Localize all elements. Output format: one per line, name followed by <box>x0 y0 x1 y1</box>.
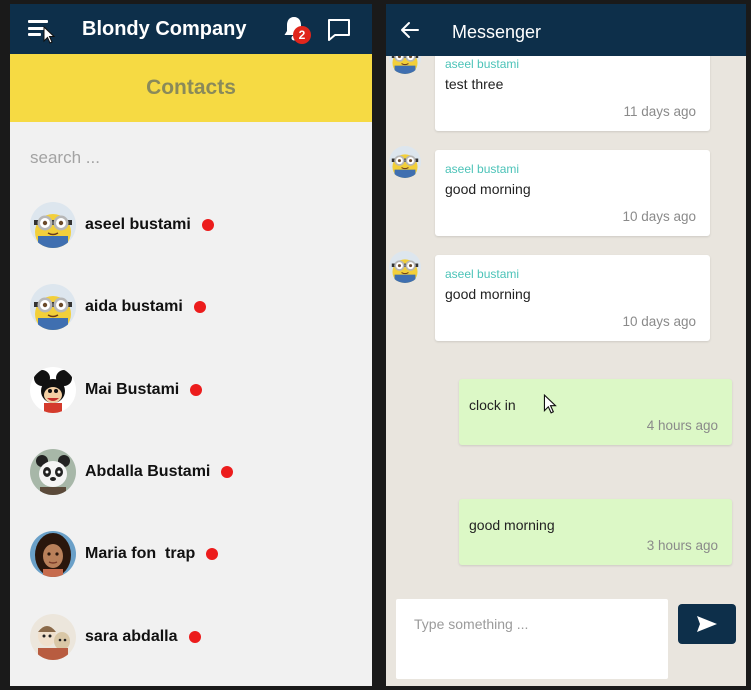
message-text: clock in <box>469 397 516 413</box>
online-status-dot <box>221 466 234 478</box>
minion-avatar <box>389 146 421 178</box>
contact-item[interactable]: aida bustami <box>30 282 360 332</box>
incoming-message: aseel bustami good morning 10 days ago <box>435 255 710 341</box>
contact-item[interactable]: sara abdalla <box>30 612 360 662</box>
mouse-cursor-icon <box>543 394 557 414</box>
online-status-dot <box>188 631 201 643</box>
message-time: 4 hours ago <box>646 418 718 433</box>
contact-name: sara abdalla <box>85 628 178 645</box>
sender-name: aseel bustami <box>445 162 520 176</box>
messenger-header: Messenger <box>386 4 746 56</box>
message-time: 10 days ago <box>622 314 696 329</box>
outgoing-message: good morning 3 hours ago <box>459 499 732 565</box>
minion-avatar <box>30 202 76 248</box>
contact-name: aida bustami <box>85 298 183 315</box>
send-icon <box>697 616 717 632</box>
online-status-dot <box>206 548 219 560</box>
message-text: good morning <box>469 517 555 533</box>
message-time: 3 hours ago <box>646 538 718 553</box>
contact-name: Mai Bustami <box>85 381 180 398</box>
contacts-title: Contacts <box>146 76 236 99</box>
incoming-message: aseel bustami good morning 10 days ago <box>435 150 710 236</box>
messenger-panel: Messenger aseel bustami test three 11 da… <box>386 4 746 686</box>
sender-name: aseel bustami <box>445 267 520 281</box>
message-composer <box>396 599 668 679</box>
contact-name: aseel bustami <box>85 216 191 233</box>
message-input[interactable] <box>414 613 654 635</box>
outgoing-message: clock in 4 hours ago <box>459 379 732 445</box>
contacts-panel: Blondy Company 2 Contacts aseel bustami … <box>10 4 372 686</box>
message-text: good morning <box>445 286 531 302</box>
online-status-dot <box>201 219 214 231</box>
contact-name: Abdalla Bustami <box>85 463 211 480</box>
contact-name: Maria fon trap <box>85 545 196 562</box>
mouse-cursor-icon <box>43 26 55 44</box>
contact-item[interactable]: Abdalla Bustami <box>30 447 360 497</box>
search-input[interactable] <box>30 144 350 172</box>
moana-avatar <box>30 531 76 577</box>
minion-avatar <box>389 251 421 283</box>
mickey-avatar <box>30 367 76 413</box>
send-button[interactable] <box>678 604 736 644</box>
incoming-message: aseel bustami test three 11 days ago <box>435 45 710 131</box>
message-text: good morning <box>445 181 531 197</box>
online-status-dot <box>190 384 203 396</box>
cartoon-avatar <box>30 614 76 660</box>
app-header: Blondy Company 2 <box>10 4 372 54</box>
message-time: 11 days ago <box>623 104 696 119</box>
messenger-title: Messenger <box>452 22 542 42</box>
online-status-dot <box>193 301 206 313</box>
contacts-banner: Contacts <box>10 54 372 122</box>
contact-item[interactable]: aseel bustami <box>30 200 360 250</box>
notification-badge: 2 <box>293 26 311 44</box>
message-time: 10 days ago <box>622 209 696 224</box>
back-arrow-icon[interactable] <box>400 21 420 39</box>
panda-avatar <box>30 449 76 495</box>
chat-bubble-icon[interactable] <box>326 17 352 43</box>
sender-name: aseel bustami <box>445 57 520 71</box>
contact-item[interactable]: Maria fon trap <box>30 529 360 579</box>
minion-avatar <box>30 284 76 330</box>
message-text: test three <box>445 76 504 92</box>
contact-item[interactable]: Mai Bustami <box>30 365 360 415</box>
brand-title: Blondy Company <box>82 18 247 40</box>
